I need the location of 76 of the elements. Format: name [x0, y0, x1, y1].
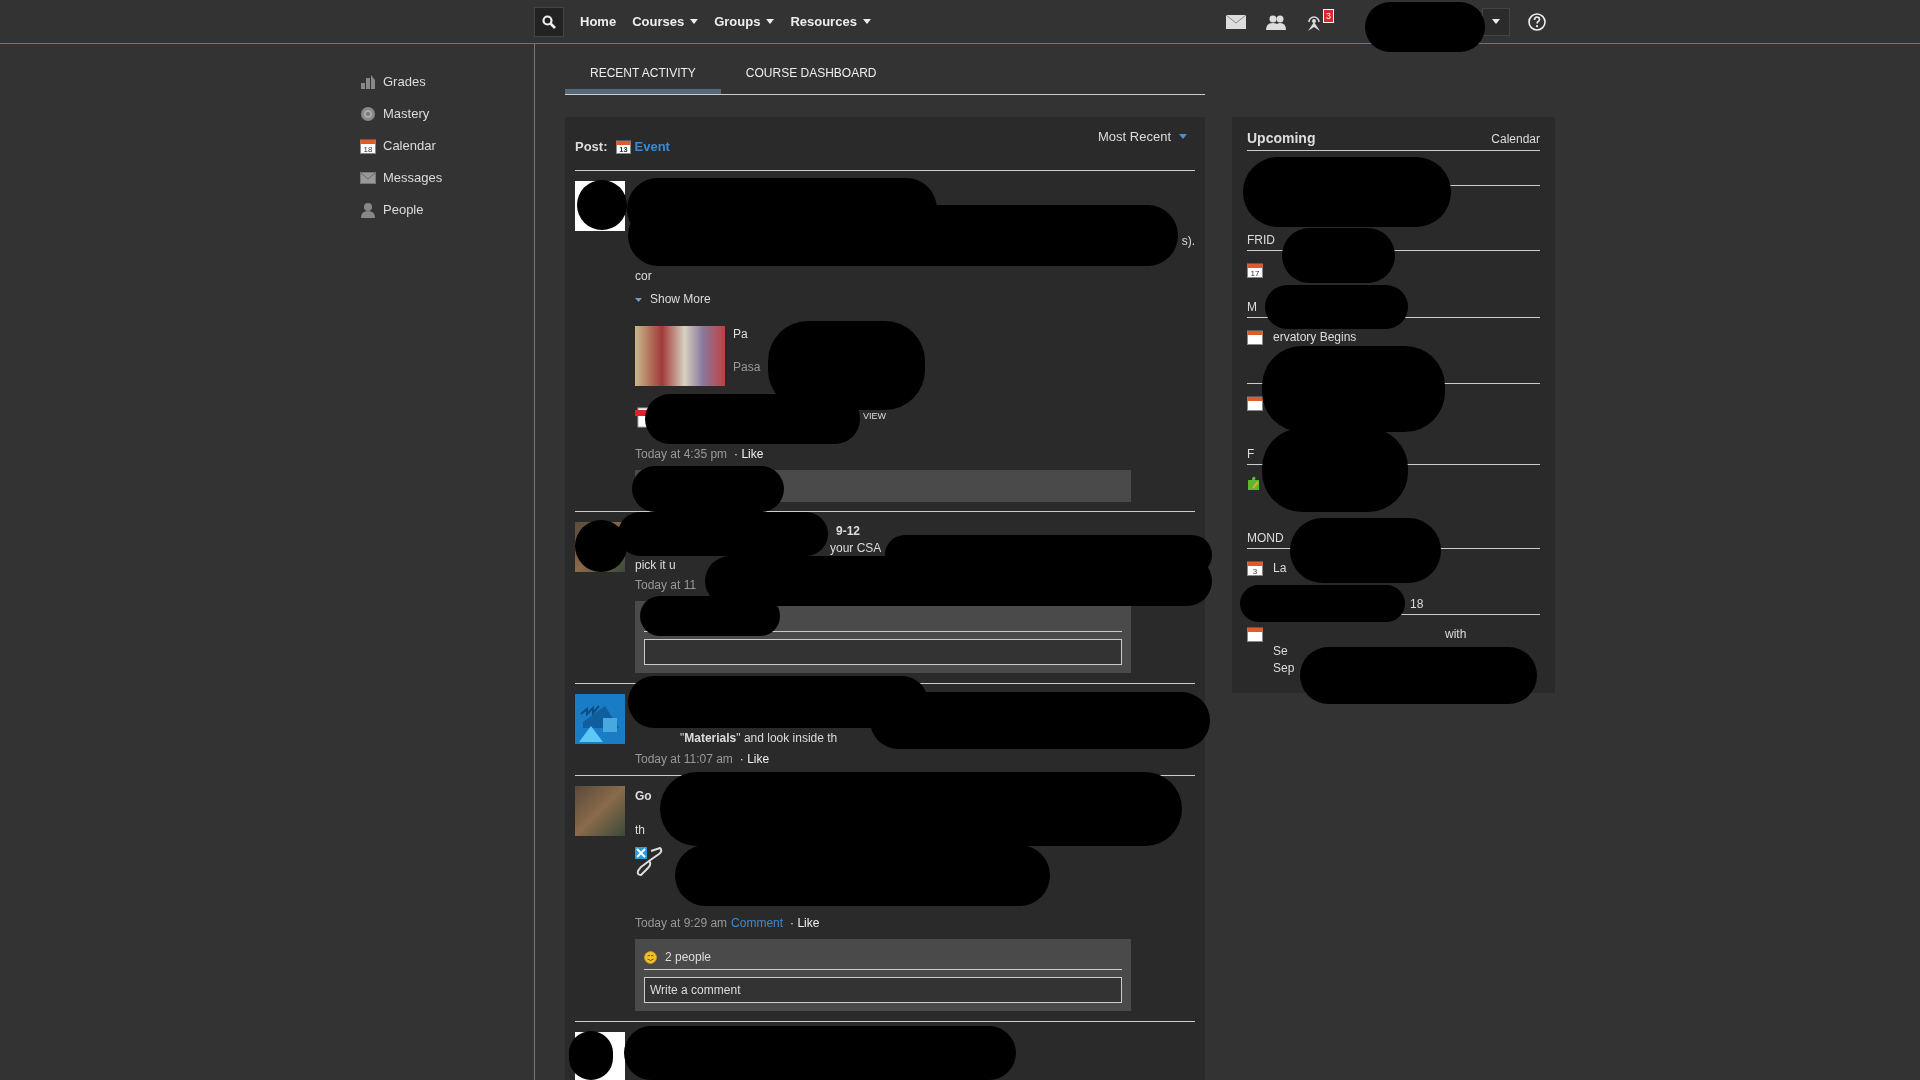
day-heading: 18	[1410, 597, 1424, 611]
day-heading: FRID	[1247, 233, 1275, 247]
caret-icon	[690, 19, 699, 24]
link-icon	[635, 847, 663, 877]
caret-icon	[635, 297, 642, 302]
caret-icon	[766, 19, 775, 24]
sidebar-item[interactable]: Mastery	[355, 98, 534, 130]
event-text: La	[1273, 560, 1287, 577]
post-text: cor	[635, 268, 652, 285]
day-heading: M	[1247, 300, 1257, 314]
comment-field[interactable]	[644, 639, 1122, 665]
sidebar-item[interactable]: Messages	[355, 162, 534, 194]
calendar-icon: 17	[1247, 262, 1263, 278]
caret-icon	[1492, 19, 1500, 24]
mail-icon	[360, 172, 376, 184]
caret-icon	[1179, 134, 1187, 140]
show-more-link[interactable]: Show More	[635, 291, 711, 308]
post-text: "Materials" and look inside th	[680, 730, 838, 747]
calendar-icon	[1247, 395, 1263, 411]
group-avatar-drawing	[575, 694, 625, 744]
mail-icon	[1226, 14, 1246, 29]
post-text: 9-12	[836, 523, 861, 540]
calendar-icon	[1247, 329, 1263, 345]
comment-field[interactable]: Write a comment	[644, 977, 1122, 1003]
person-icon	[360, 202, 376, 218]
comment-link[interactable]: Comment	[731, 915, 784, 932]
nav-link[interactable]: Groups	[706, 11, 783, 32]
event-text: ervatory Begins	[1273, 329, 1357, 346]
notification-count: 3	[1323, 8, 1334, 23]
sidebar-item[interactable]: 18 Calendar	[355, 130, 534, 162]
search-button[interactable]	[534, 6, 564, 37]
calendar-icon	[1247, 626, 1263, 642]
post-text: pick it u	[635, 557, 676, 574]
people-icon	[1266, 13, 1286, 30]
post-time: Today at 9:29 am	[635, 915, 728, 932]
day-heading: MOND	[1247, 531, 1284, 545]
calendar-icon: 3	[1247, 560, 1263, 576]
calendar-link[interactable]: Calendar	[1491, 129, 1540, 148]
photo-placeholder	[575, 786, 625, 836]
caret-icon	[862, 19, 871, 24]
target-icon	[360, 106, 376, 122]
link-preview-text: Pa	[733, 326, 748, 343]
post-text: s).	[1181, 233, 1195, 250]
like-link[interactable]: · Like	[790, 915, 820, 932]
post-time: Today at 11:07 am	[635, 751, 733, 768]
tab[interactable]: RECENT ACTIVITY	[565, 56, 721, 94]
account-menu-button[interactable]	[1482, 7, 1510, 36]
bar-chart-icon	[360, 74, 376, 90]
nav-link[interactable]: Home	[572, 11, 625, 32]
smiley-icon	[644, 950, 657, 964]
calendar-icon: 18	[360, 138, 376, 154]
reaction-count: 2 people	[665, 949, 712, 966]
like-link[interactable]: · Like	[739, 751, 770, 768]
link-preview-text: Pasa	[733, 359, 761, 376]
post-text: Go	[635, 788, 652, 805]
post-text: th	[635, 822, 645, 839]
event-text: Sep	[1273, 660, 1295, 677]
post-time: Today at 11	[635, 577, 697, 594]
day-heading: F	[1247, 447, 1255, 461]
tab[interactable]: COURSE DASHBOARD	[720, 56, 902, 94]
sort-dropdown[interactable]: Most Recent	[1090, 127, 1195, 147]
upcoming-title: Upcoming	[1247, 129, 1316, 148]
event-text: Se	[1273, 643, 1288, 660]
view-link[interactable]: VIEW	[863, 410, 886, 424]
like-link[interactable]: · Like	[734, 446, 764, 463]
sidebar-item[interactable]: People	[355, 194, 534, 226]
puzzle-icon	[1247, 476, 1261, 492]
sidebar-item[interactable]: Grades	[355, 66, 534, 98]
post-label: Post:	[575, 138, 608, 156]
nav-link[interactable]: Resources	[782, 11, 879, 32]
post-time: Today at 4:35 pm	[635, 446, 728, 463]
event-text: with	[1445, 626, 1467, 643]
search-icon	[542, 14, 556, 29]
post-text: your CSA	[830, 540, 882, 557]
nav-link[interactable]: Courses	[624, 11, 707, 32]
help-icon	[1528, 12, 1546, 31]
